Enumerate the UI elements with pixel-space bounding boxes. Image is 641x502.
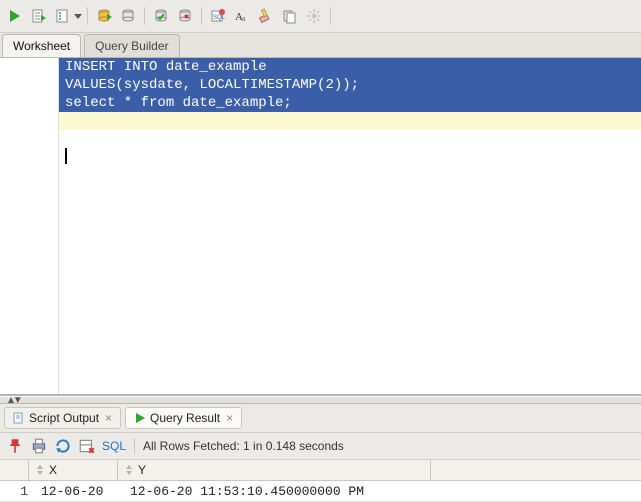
sort-icon xyxy=(124,465,134,475)
grid-header: X Y xyxy=(0,460,641,481)
print-icon[interactable] xyxy=(30,437,48,455)
tab-label: Script Output xyxy=(29,411,99,425)
row-number-header xyxy=(0,460,29,480)
svg-text:SQL: SQL xyxy=(213,15,226,21)
code-area[interactable]: INSERT INTO date_example VALUES(sysdate,… xyxy=(59,58,641,394)
separator xyxy=(87,7,88,25)
close-icon[interactable]: × xyxy=(105,411,112,425)
refresh-icon[interactable] xyxy=(54,437,72,455)
settings-icon[interactable] xyxy=(303,5,325,27)
run-icon[interactable] xyxy=(4,5,26,27)
rollback-icon[interactable] xyxy=(174,5,196,27)
run-script-icon[interactable] xyxy=(28,5,50,27)
horizontal-splitter[interactable]: ▲▼ xyxy=(0,396,641,404)
text-cursor xyxy=(65,148,67,164)
separator xyxy=(201,7,202,25)
column-label: X xyxy=(49,463,57,477)
fetch-status: All Rows Fetched: 1 in 0.148 seconds xyxy=(143,439,344,453)
pin-icon[interactable] xyxy=(6,437,24,455)
explain-plan-icon[interactable] xyxy=(52,5,74,27)
tab-query-result[interactable]: Query Result × xyxy=(125,407,242,429)
commit-icon[interactable] xyxy=(150,5,172,27)
tab-script-output[interactable]: Script Output × xyxy=(4,407,121,429)
results-toolbar: SQL All Rows Fetched: 1 in 0.148 seconds xyxy=(0,433,641,460)
code-line[interactable]: INSERT INTO date_example xyxy=(59,58,641,76)
db-save-icon[interactable] xyxy=(117,5,139,27)
sql-tuning-icon[interactable]: SQL xyxy=(207,5,229,27)
separator xyxy=(330,7,331,25)
run-small-icon xyxy=(134,412,146,424)
column-label: Y xyxy=(138,463,146,477)
code-line[interactable]: select * from date_example; xyxy=(59,94,641,112)
sort-icon xyxy=(35,465,45,475)
autotrace-icon[interactable] xyxy=(93,5,115,27)
sql-editor[interactable]: INSERT INTO date_example VALUES(sysdate,… xyxy=(0,58,641,396)
sql-link[interactable]: SQL xyxy=(102,439,126,453)
code-line[interactable]: VALUES(sysdate, LOCALTIMESTAMP(2)); xyxy=(59,76,641,94)
dropdown-caret-icon[interactable] xyxy=(74,5,82,27)
editor-gutter xyxy=(0,58,59,394)
clear-icon[interactable] xyxy=(255,5,277,27)
separator xyxy=(144,7,145,25)
tab-worksheet[interactable]: Worksheet xyxy=(2,34,81,57)
column-header-x[interactable]: X xyxy=(29,460,118,480)
editor-tabstrip: Worksheet Query Builder xyxy=(0,33,641,58)
row-number: 1 xyxy=(0,481,35,501)
tab-label: Query Result xyxy=(150,411,220,425)
table-row[interactable]: 1 12-06-20 12-06-20 11:53:10.450000000 P… xyxy=(0,481,641,502)
results-grid[interactable]: X Y 1 12-06-20 12-06-20 11:53:10.4500000… xyxy=(0,460,641,502)
separator xyxy=(134,438,135,454)
delete-row-icon[interactable] xyxy=(78,437,96,455)
close-icon[interactable]: × xyxy=(226,411,233,425)
column-header-y[interactable]: Y xyxy=(118,460,431,480)
cell-x[interactable]: 12-06-20 xyxy=(35,481,124,501)
results-tabstrip: Script Output × Query Result × xyxy=(0,404,641,433)
tab-query-builder[interactable]: Query Builder xyxy=(84,34,179,57)
document-icon xyxy=(13,412,25,424)
svg-text:a: a xyxy=(242,14,246,23)
main-toolbar: SQL Aa xyxy=(0,0,641,33)
expand-arrows-icon: ▲▼ xyxy=(6,395,20,406)
format-icon[interactable]: Aa xyxy=(231,5,253,27)
cell-y[interactable]: 12-06-20 11:53:10.450000000 PM xyxy=(124,481,437,501)
code-line[interactable] xyxy=(59,112,641,130)
history-icon[interactable] xyxy=(279,5,301,27)
